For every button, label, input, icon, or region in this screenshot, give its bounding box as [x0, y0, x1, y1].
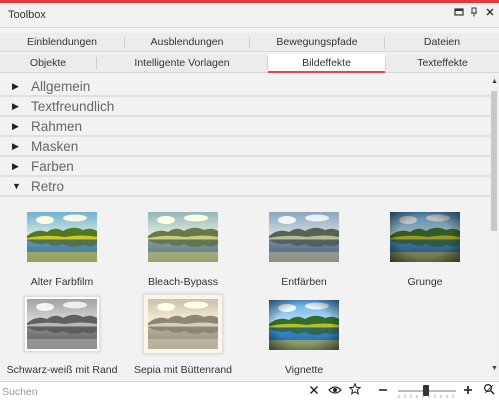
- group-label: Farben: [31, 159, 74, 174]
- tab-objekte[interactable]: Objekte: [0, 54, 96, 73]
- zoom-slider-ticks: [398, 395, 454, 398]
- effect-alter-farbfilm[interactable]: Alter Farbfilm: [2, 208, 122, 288]
- scroll-up-icon[interactable]: ▲: [491, 78, 498, 85]
- filter-icon[interactable]: [481, 383, 497, 399]
- effect-thumbnail: [269, 212, 339, 262]
- expand-arrow-icon: ▶: [12, 161, 19, 171]
- expand-arrow-icon: ▶: [12, 81, 19, 91]
- maximize-icon[interactable]: [451, 6, 467, 22]
- effect-vignette[interactable]: Vignette: [244, 296, 364, 376]
- tab-row-primary: Einblendungen Ausblendungen Bewegungspfa…: [0, 33, 499, 52]
- retro-effects-grid: Alter Farbfilm Bleach-Bypass Entfärben G…: [0, 200, 490, 380]
- collapse-arrow-icon: ▼: [12, 181, 21, 191]
- pin-icon[interactable]: [466, 6, 482, 22]
- effect-sepia-mit-buettenrand[interactable]: Sepia mit Büttenrand: [123, 294, 243, 376]
- zoom-in-icon[interactable]: [460, 383, 476, 399]
- group-label: Textfreundlich: [31, 99, 115, 114]
- tab-texteffekte[interactable]: Texteffekte: [386, 54, 499, 73]
- group-farben[interactable]: ▶ Farben: [0, 157, 490, 177]
- group-textfreundlich[interactable]: ▶ Textfreundlich: [0, 97, 490, 117]
- tab-ausblendungen[interactable]: Ausblendungen: [125, 33, 249, 52]
- tab-intelligente-vorlagen[interactable]: Intelligente Vorlagen: [97, 54, 267, 73]
- group-rahmen[interactable]: ▶ Rahmen: [0, 117, 490, 137]
- effect-thumbnail: [148, 299, 218, 349]
- clear-icon[interactable]: [306, 383, 322, 399]
- tab-row-secondary: Objekte Intelligente Vorlagen Bildeffekt…: [0, 54, 499, 73]
- effect-thumbnail: [390, 212, 460, 262]
- search-bar: [0, 381, 499, 400]
- tab-bewegungspfade[interactable]: Bewegungspfade: [250, 33, 384, 52]
- group-divider: [0, 195, 490, 197]
- window-title: Toolbox: [8, 9, 46, 21]
- effect-thumbnail: [27, 299, 97, 349]
- tab-einblendungen[interactable]: Einblendungen: [0, 33, 124, 52]
- effect-thumbnail: [27, 212, 97, 262]
- tab-bildeffekte[interactable]: Bildeffekte: [268, 54, 385, 73]
- close-icon[interactable]: [482, 6, 498, 22]
- group-allgemein[interactable]: ▶ Allgemein: [0, 77, 490, 97]
- scrollbar-thumb[interactable]: [491, 91, 497, 231]
- eye-icon[interactable]: [327, 383, 343, 399]
- zoom-out-icon[interactable]: [375, 383, 391, 399]
- group-label: Allgemein: [31, 79, 91, 94]
- effect-caption: Vignette: [284, 364, 324, 376]
- group-label: Retro: [31, 179, 65, 194]
- search-input[interactable]: [2, 384, 302, 399]
- effect-schwarz-weiss-mit-rand[interactable]: Schwarz-weiß mit Rand: [2, 296, 122, 376]
- effect-entfaerben[interactable]: Entfärben: [244, 208, 364, 288]
- effect-grunge[interactable]: Grunge: [365, 208, 485, 288]
- expand-arrow-icon: ▶: [12, 101, 19, 111]
- expand-arrow-icon: ▶: [12, 141, 19, 151]
- tab-dateien[interactable]: Dateien: [385, 33, 499, 52]
- star-icon[interactable]: [347, 382, 363, 399]
- group-masken[interactable]: ▶ Masken: [0, 137, 490, 157]
- group-label: Masken: [31, 139, 79, 154]
- titlebar: Toolbox: [0, 3, 499, 28]
- effect-thumbnail: [148, 212, 218, 262]
- scroll-down-icon[interactable]: ▼: [491, 365, 498, 372]
- effect-thumbnail: [269, 300, 339, 350]
- expand-arrow-icon: ▶: [12, 121, 19, 131]
- effect-caption: Grunge: [407, 276, 443, 288]
- group-retro[interactable]: ▼ Retro: [0, 177, 490, 197]
- group-label: Rahmen: [31, 119, 83, 134]
- vertical-scrollbar[interactable]: ▲ ▼: [490, 75, 499, 375]
- effect-bleach-bypass[interactable]: Bleach-Bypass: [123, 208, 243, 288]
